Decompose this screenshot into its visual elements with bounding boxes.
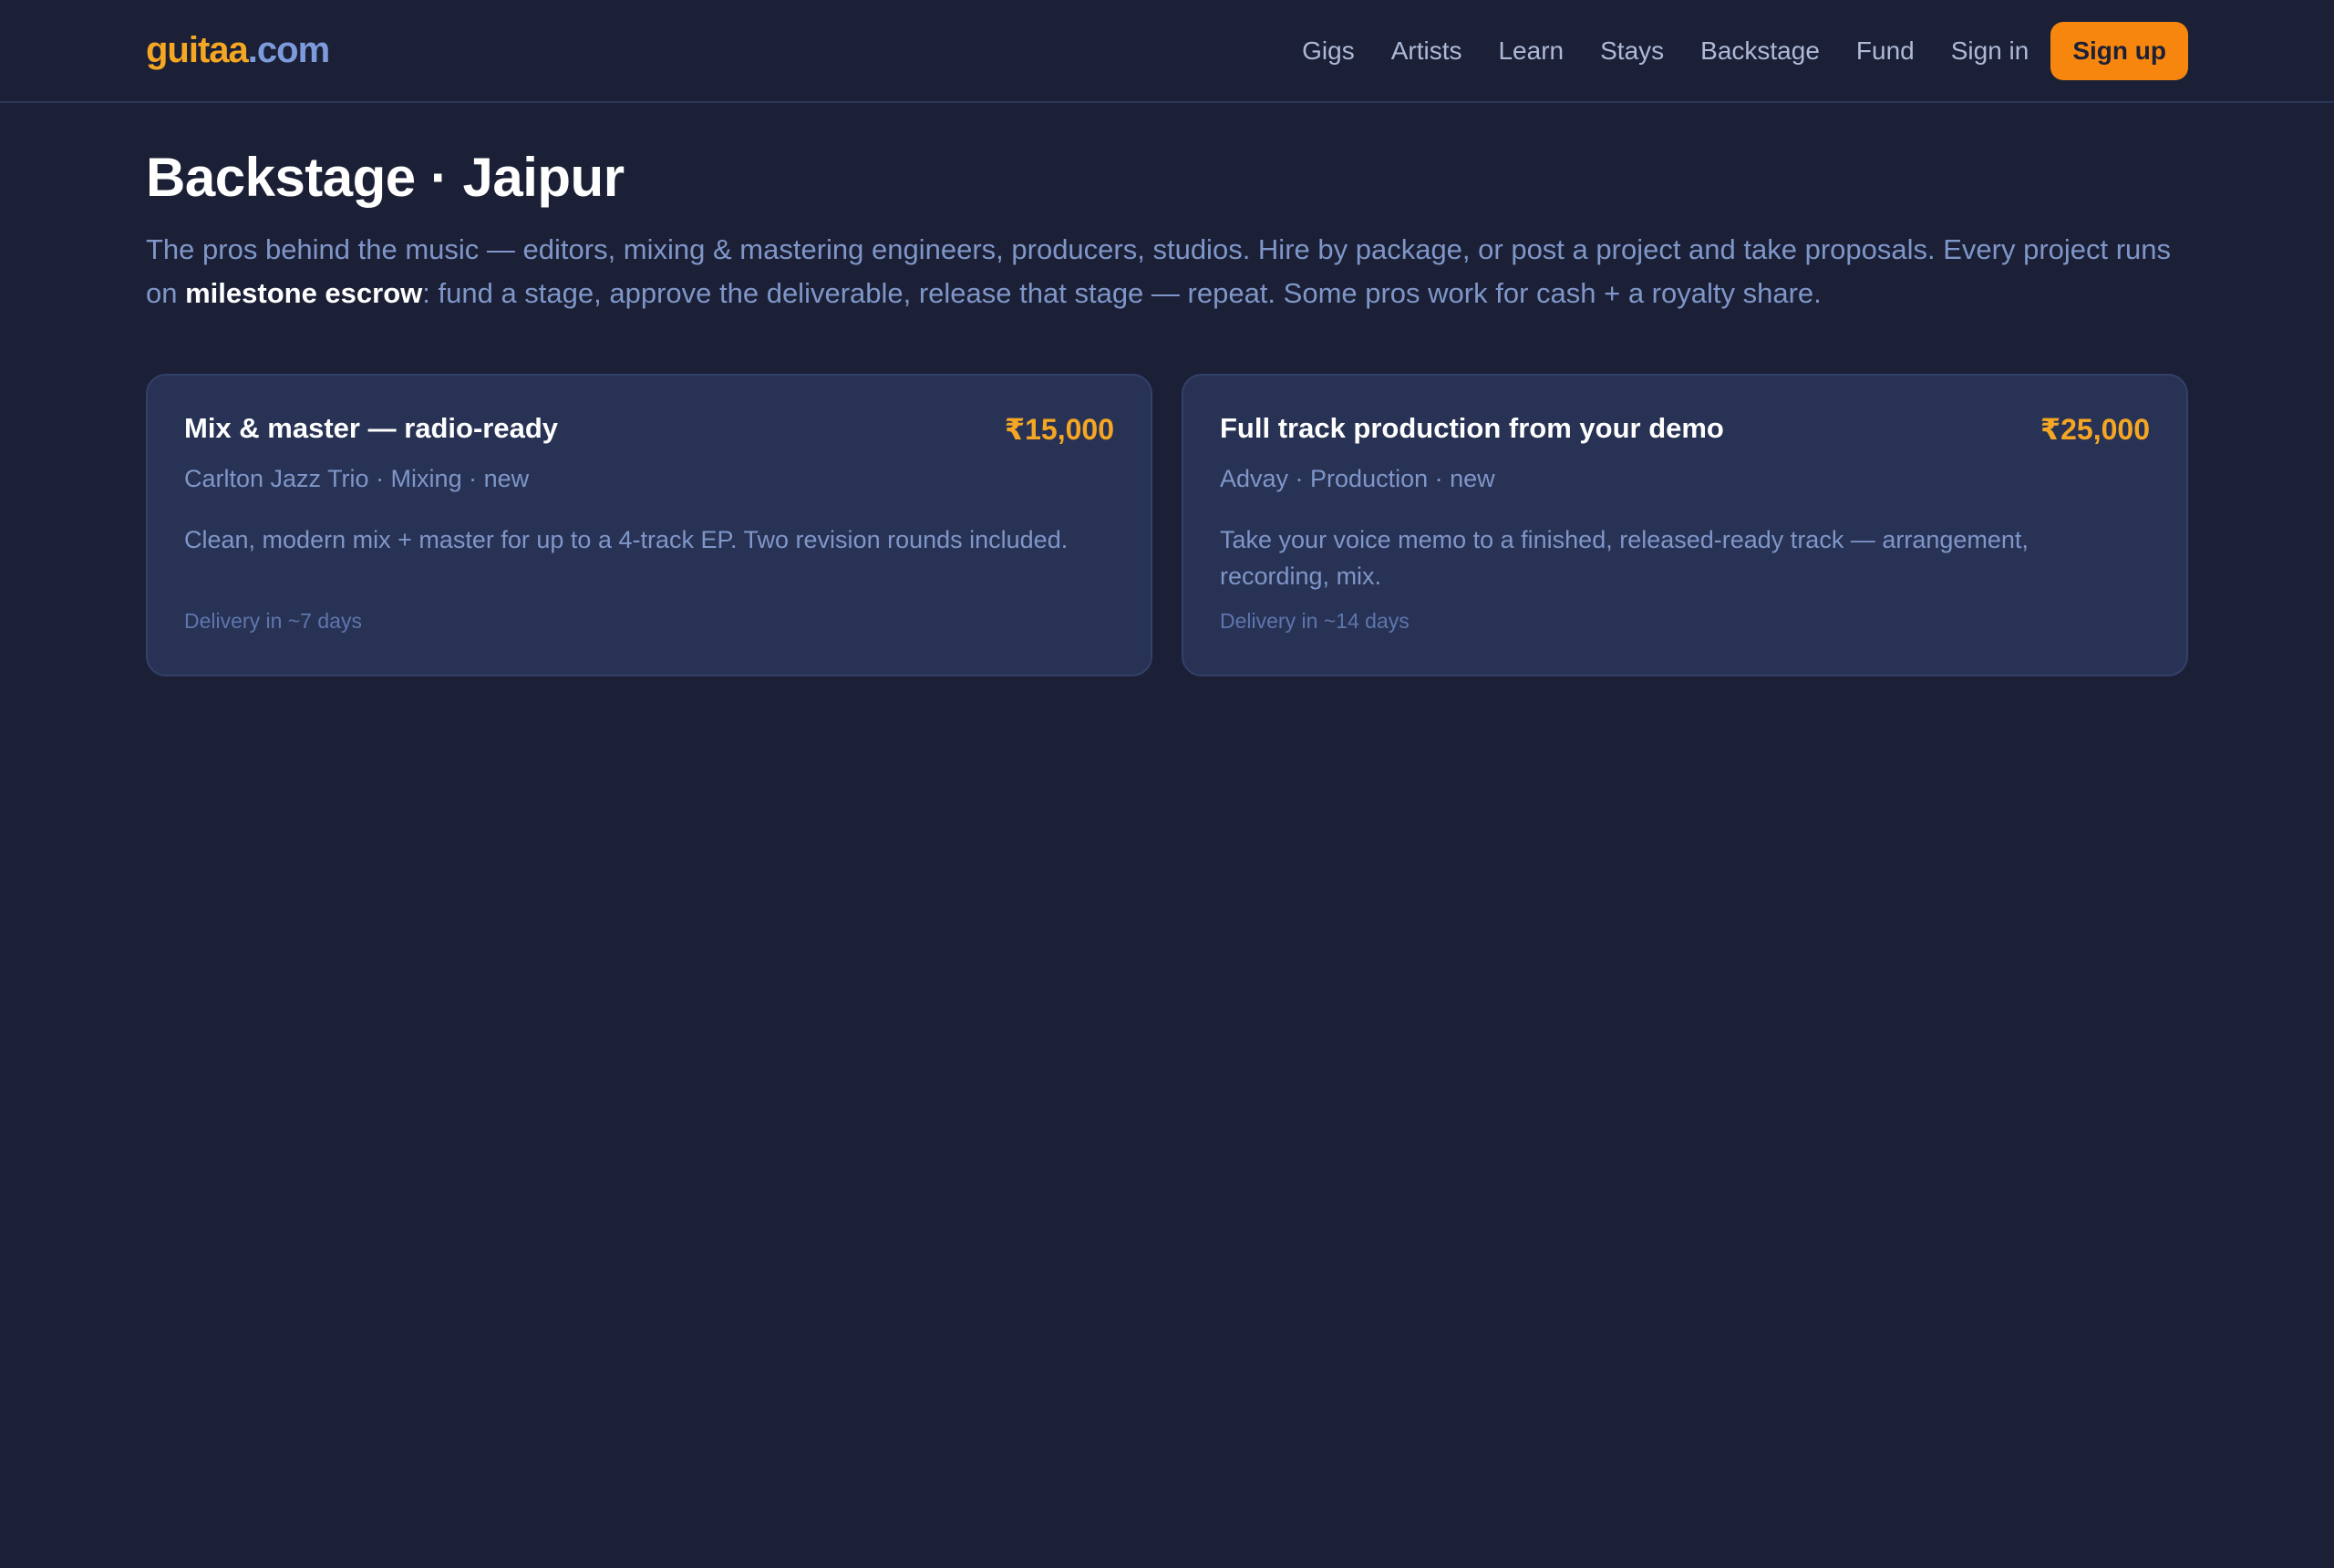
main-nav: Gigs Artists Learn Stays Backstage Fund … (1265, 22, 2188, 80)
package-card[interactable]: Full track production from your demo ₹25… (1182, 374, 2188, 676)
package-meta: Carlton Jazz Trio · Mixing · new (184, 465, 530, 492)
nav-sign-in[interactable]: Sign in (1951, 22, 2029, 80)
package-title[interactable]: Full track production from your demo (1220, 412, 1724, 445)
nav-fund[interactable]: Fund (1856, 22, 1915, 80)
package-delivery: Delivery in ~14 days (1220, 609, 1410, 633)
nav-artists[interactable]: Artists (1391, 22, 1462, 80)
package-price: ₹15,000 (1004, 413, 1114, 446)
logo-tld: .com (247, 30, 330, 70)
nav-stays[interactable]: Stays (1600, 22, 1664, 80)
intro-text-end: : fund a stage, approve the deliverable,… (422, 277, 1822, 309)
intro-highlight: milestone escrow (185, 277, 423, 309)
package-meta: Advay · Production · new (1220, 465, 1495, 492)
logo-brand: guitaa (146, 30, 249, 70)
nav-gigs[interactable]: Gigs (1302, 22, 1355, 80)
page-intro: The pros behind the music — editors, mix… (146, 228, 2188, 315)
package-price: ₹25,000 (2040, 413, 2150, 446)
package-description: Take your voice memo to a finished, rele… (1220, 526, 2029, 590)
page-title: Backstage · Jaipur (146, 147, 625, 208)
package-delivery: Delivery in ~7 days (184, 609, 362, 633)
nav-learn[interactable]: Learn (1498, 22, 1564, 80)
package-card[interactable]: Mix & master — radio-ready ₹15,000 Carlt… (146, 374, 1152, 676)
top-navbar: guitaa.com Gigs Artists Learn Stays Back… (0, 0, 2334, 103)
site-logo[interactable]: guitaa.com (146, 27, 330, 73)
sign-up-button[interactable]: Sign up (2050, 22, 2188, 80)
package-description: Clean, modern mix + master for up to a 4… (184, 526, 1069, 553)
package-title[interactable]: Mix & master — radio-ready (184, 412, 558, 445)
nav-backstage[interactable]: Backstage (1700, 22, 1820, 80)
